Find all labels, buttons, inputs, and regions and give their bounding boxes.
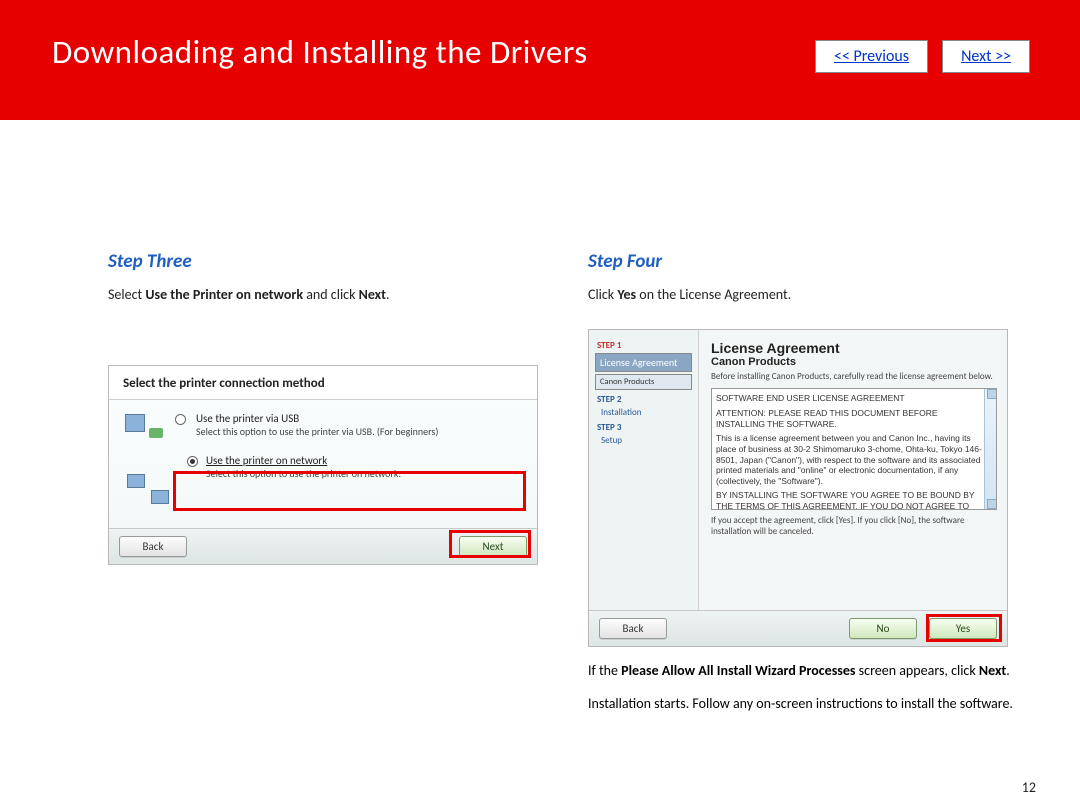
license-button-row: Back No Yes [589, 610, 1007, 646]
sidebar-installation: Installation [595, 407, 692, 418]
sidebar-canon-products: Canon Products [595, 374, 692, 390]
page-title: Downloading and Installing the Drivers [52, 32, 588, 72]
step-three-column: Step Three Select Use the Printer on net… [108, 250, 548, 714]
installer-sidebar: STEP 1 License Agreement Canon Products … [589, 330, 699, 646]
option-network-sub: Select this option to use the printer on… [206, 467, 519, 480]
option-usb[interactable]: Use the printer via USB Select this opti… [109, 400, 537, 446]
option-network-label: Use the printer on network [206, 454, 519, 467]
scrollbar[interactable] [984, 389, 996, 509]
page-number: 12 [1022, 779, 1036, 796]
radio-network[interactable] [187, 456, 198, 467]
dialog-title: Select the printer connection method [109, 366, 537, 400]
license-back-button[interactable]: Back [599, 618, 667, 639]
dialog-button-row: Back Next [109, 528, 537, 564]
license-yes-button[interactable]: Yes [929, 618, 997, 639]
step-four-description: Click Yes on the License Agreement. [588, 285, 1013, 305]
option-network[interactable]: Use the printer on network Select this o… [181, 450, 525, 484]
after-note-1: If the Please Allow All Install Wizard P… [588, 661, 1013, 681]
next-button[interactable]: Next >> [942, 40, 1030, 73]
usb-icon [123, 412, 165, 440]
after-note-2: Installation starts. Follow any on-scree… [588, 694, 1013, 714]
license-lead: Before installing Canon Products, carefu… [711, 372, 997, 383]
previous-button[interactable]: << Previous [815, 40, 928, 73]
sidebar-license: License Agreement [595, 353, 692, 372]
step-four-column: Step Four Click Yes on the License Agree… [588, 250, 1013, 714]
next-button-dialog[interactable]: Next [459, 536, 527, 557]
license-title: License Agreement [711, 340, 997, 356]
license-note: If you accept the agreement, click [Yes]… [711, 516, 997, 538]
sidebar-step2: STEP 2 [597, 394, 690, 405]
network-icon [127, 474, 169, 504]
step-three-title: Step Three [108, 250, 548, 273]
content: Step Three Select Use the Printer on net… [0, 120, 1080, 714]
screenshot-license-agreement: STEP 1 License Agreement Canon Products … [588, 329, 1008, 647]
license-no-button[interactable]: No [849, 618, 917, 639]
radio-usb[interactable] [175, 414, 186, 425]
license-textarea[interactable]: SOFTWARE END USER LICENSE AGREEMENT ATTE… [711, 388, 997, 510]
sidebar-step1: STEP 1 [597, 340, 690, 351]
screenshot-connection-method: Select the printer connection method Use… [108, 365, 538, 565]
back-button[interactable]: Back [119, 536, 187, 557]
page-header: Downloading and Installing the Drivers <… [0, 0, 1080, 120]
step-three-description: Select Use the Printer on network and cl… [108, 285, 548, 305]
option-usb-sub: Select this option to use the printer vi… [196, 425, 523, 438]
sidebar-setup: Setup [595, 435, 692, 446]
nav-links: << Previous Next >> [815, 40, 1030, 73]
sidebar-step3: STEP 3 [597, 422, 690, 433]
option-usb-label: Use the printer via USB [196, 412, 523, 425]
license-subtitle: Canon Products [711, 356, 997, 368]
step-four-title: Step Four [588, 250, 1013, 273]
license-main: License Agreement Canon Products Before … [699, 330, 1007, 646]
